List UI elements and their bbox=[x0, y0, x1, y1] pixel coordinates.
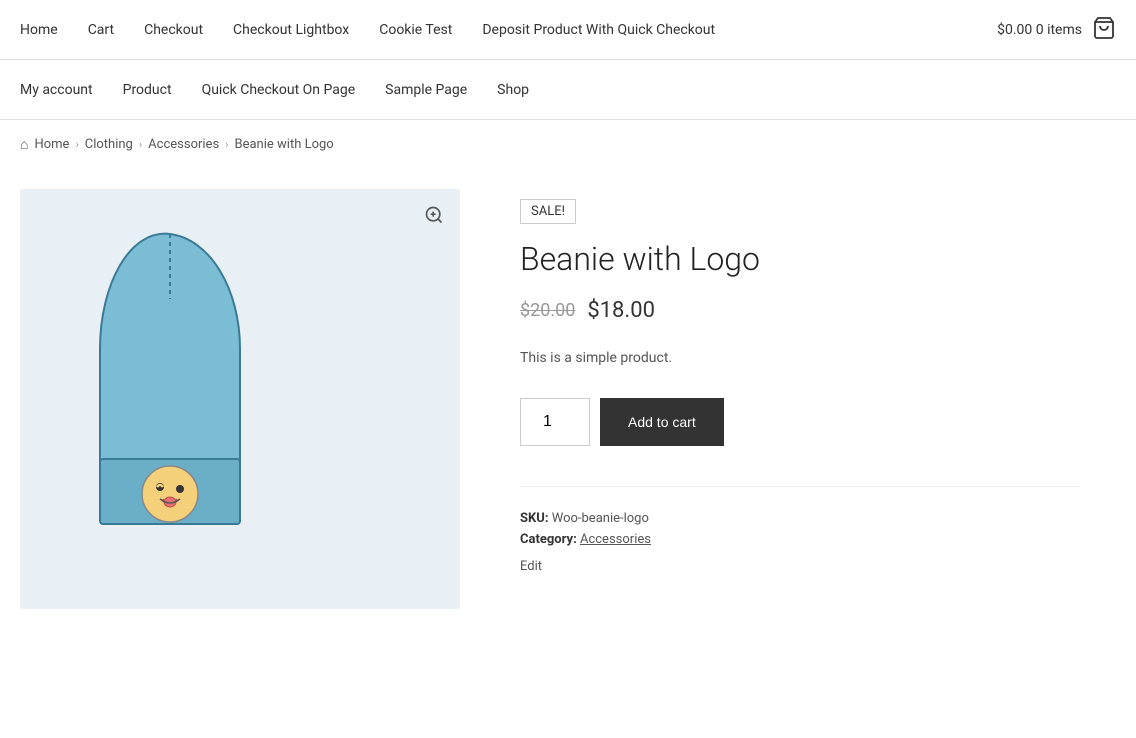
breadcrumb-sep-1: › bbox=[75, 138, 78, 151]
nav-product[interactable]: Product bbox=[123, 82, 172, 98]
nav-deposit-product[interactable]: Deposit Product With Quick Checkout bbox=[482, 22, 715, 38]
category-label: Category: bbox=[520, 532, 577, 547]
second-navigation: My account Product Quick Checkout On Pag… bbox=[0, 60, 1136, 120]
breadcrumb-sep-3: › bbox=[225, 138, 228, 151]
cart-total: $0.00 0 items bbox=[997, 22, 1082, 38]
sku-label: SKU: bbox=[520, 511, 549, 526]
quantity-input[interactable] bbox=[520, 398, 590, 446]
product-image bbox=[20, 189, 460, 609]
product-image-wrapper bbox=[20, 189, 460, 609]
product-title: Beanie with Logo bbox=[520, 240, 1080, 278]
breadcrumb-current: Beanie with Logo bbox=[234, 137, 333, 152]
top-nav-links: Home Cart Checkout Checkout Lightbox Coo… bbox=[20, 22, 997, 38]
cart-area: $0.00 0 items bbox=[997, 16, 1116, 44]
breadcrumb-home[interactable]: Home bbox=[34, 137, 69, 152]
zoom-button[interactable] bbox=[420, 201, 448, 229]
nav-my-account[interactable]: My account bbox=[20, 82, 93, 98]
breadcrumb-accessories[interactable]: Accessories bbox=[148, 137, 219, 152]
sale-badge: SALE! bbox=[520, 199, 576, 224]
nav-home[interactable]: Home bbox=[20, 22, 58, 38]
product-description: This is a simple product. bbox=[520, 347, 1080, 369]
cart-icon-button[interactable] bbox=[1092, 16, 1116, 44]
price-area: $20.00 $18.00 bbox=[520, 298, 1080, 323]
nav-cookie-test[interactable]: Cookie Test bbox=[379, 22, 452, 38]
sku-row: SKU: Woo-beanie-logo bbox=[520, 511, 1080, 526]
nav-checkout[interactable]: Checkout bbox=[144, 22, 203, 38]
category-row: Category: Accessories bbox=[520, 532, 1080, 547]
add-to-cart-button[interactable]: Add to cart bbox=[600, 398, 724, 446]
nav-sample-page[interactable]: Sample Page bbox=[385, 82, 467, 98]
nav-shop[interactable]: Shop bbox=[497, 82, 529, 98]
nav-quick-checkout[interactable]: Quick Checkout On Page bbox=[202, 82, 356, 98]
sale-price: $18.00 bbox=[587, 298, 655, 323]
add-to-cart-area: Add to cart bbox=[520, 398, 1080, 446]
sku-value-text: Woo-beanie-logo bbox=[552, 511, 649, 526]
cart-icon bbox=[1092, 16, 1116, 40]
category-link[interactable]: Accessories bbox=[580, 532, 651, 547]
product-details: SALE! Beanie with Logo $20.00 $18.00 Thi… bbox=[520, 189, 1080, 609]
nav-cart[interactable]: Cart bbox=[88, 22, 114, 38]
top-navigation: Home Cart Checkout Checkout Lightbox Coo… bbox=[0, 0, 1136, 60]
breadcrumb-sep-2: › bbox=[139, 138, 142, 151]
home-icon: ⌂ bbox=[20, 136, 28, 153]
breadcrumb-clothing[interactable]: Clothing bbox=[85, 137, 133, 152]
breadcrumb: ⌂ Home › Clothing › Accessories › Beanie… bbox=[0, 120, 1136, 169]
edit-link[interactable]: Edit bbox=[520, 559, 1080, 574]
original-price: $20.00 bbox=[520, 300, 575, 321]
product-meta: SKU: Woo-beanie-logo Category: Accessori… bbox=[520, 486, 1080, 574]
product-area: SALE! Beanie with Logo $20.00 $18.00 Thi… bbox=[0, 169, 1100, 649]
nav-checkout-lightbox[interactable]: Checkout Lightbox bbox=[233, 22, 349, 38]
